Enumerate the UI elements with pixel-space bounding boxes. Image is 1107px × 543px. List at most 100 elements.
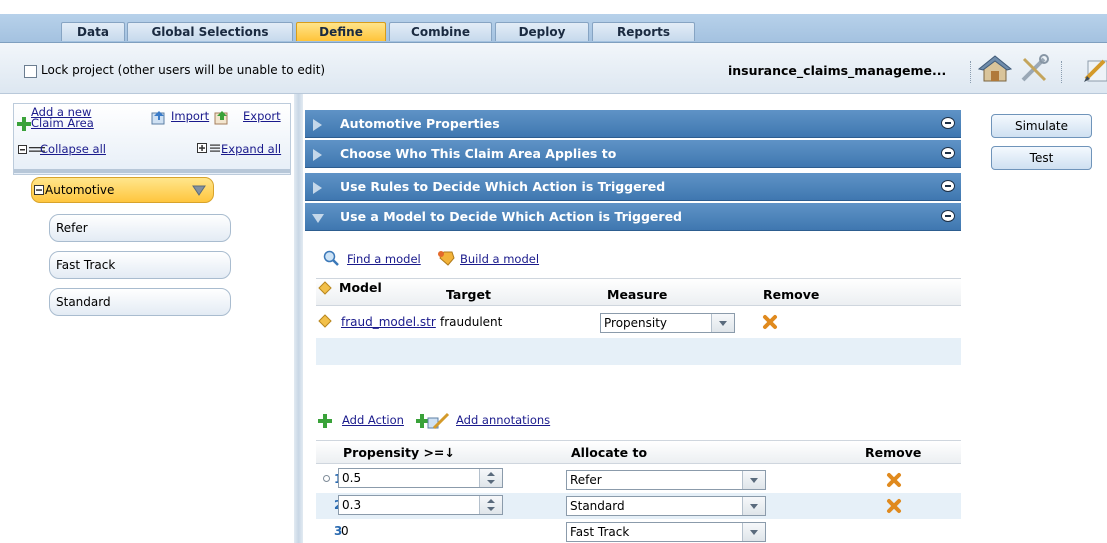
remove-action-icon[interactable] bbox=[886, 498, 902, 514]
test-button[interactable]: Test bbox=[991, 146, 1092, 170]
project-name: insurance_claims_manageme... bbox=[728, 63, 947, 78]
find-model-link[interactable]: Find a model bbox=[347, 252, 421, 266]
add-action-link[interactable]: Add Action bbox=[342, 413, 404, 427]
dropdown-arrow-icon[interactable] bbox=[742, 497, 765, 515]
section-use-model[interactable]: Use a Model to Decide Which Action is Tr… bbox=[305, 203, 961, 231]
add-claim-area-line2: Claim Area bbox=[31, 116, 94, 130]
tree-node-label: Standard bbox=[56, 295, 111, 309]
tab-data[interactable]: Data bbox=[61, 22, 125, 41]
remove-model-icon[interactable] bbox=[762, 314, 778, 330]
expand-arrow-icon bbox=[313, 119, 322, 131]
remove-action-icon[interactable] bbox=[886, 472, 902, 488]
spinner-arrows-icon[interactable] bbox=[479, 496, 502, 514]
toolbar-separator bbox=[1061, 61, 1063, 83]
column-header-allocate: Allocate to bbox=[571, 445, 648, 460]
tree-node-label: Fast Track bbox=[56, 258, 116, 272]
edit-icon[interactable] bbox=[1084, 55, 1107, 83]
comment-icon[interactable] bbox=[941, 180, 955, 192]
top-strip bbox=[0, 0, 1107, 14]
expand-all-icon bbox=[197, 143, 220, 153]
tree-node-refer[interactable]: Refer bbox=[49, 214, 231, 242]
lock-project-checkbox[interactable] bbox=[24, 65, 37, 78]
column-header-model: Model bbox=[339, 280, 382, 295]
expand-arrow-icon bbox=[313, 149, 322, 161]
section-title: Use Rules to Decide Which Action is Trig… bbox=[340, 179, 666, 194]
export-link[interactable]: Export bbox=[243, 109, 281, 123]
import-icon bbox=[151, 111, 165, 125]
section-choose-who[interactable]: Choose Who This Claim Area Applies to bbox=[305, 140, 961, 168]
propensity-spinner[interactable]: 0.5 bbox=[338, 468, 503, 488]
tree-node-fast-track[interactable]: Fast Track bbox=[49, 251, 231, 279]
section-title: Use a Model to Decide Which Action is Tr… bbox=[340, 209, 682, 224]
collapse-arrow-icon bbox=[312, 214, 324, 223]
expand-all-link[interactable]: Expand all bbox=[221, 142, 281, 156]
model-icon bbox=[318, 281, 332, 295]
column-header-remove: Remove bbox=[865, 445, 922, 460]
propensity-value: 0.5 bbox=[342, 471, 362, 485]
allocate-value: Refer bbox=[570, 473, 602, 487]
column-header-propensity: Propensity >=↓ bbox=[343, 445, 455, 460]
model-link[interactable]: fraud_model.str bbox=[341, 315, 436, 329]
column-header-remove: Remove bbox=[763, 287, 820, 302]
column-header-target: Target bbox=[446, 287, 491, 302]
allocate-value: Fast Track bbox=[570, 525, 630, 539]
build-model-link[interactable]: Build a model bbox=[460, 252, 539, 266]
collapse-node-icon[interactable] bbox=[34, 185, 44, 195]
dropdown-arrow-icon[interactable] bbox=[711, 314, 734, 332]
propensity-value: 0 bbox=[341, 524, 349, 538]
add-annotations-link[interactable]: Add annotations bbox=[456, 413, 550, 427]
model-target: fraudulent bbox=[440, 315, 503, 329]
toolbar-separator bbox=[970, 61, 972, 83]
simulate-button[interactable]: Simulate bbox=[991, 114, 1092, 138]
allocate-value: Standard bbox=[570, 499, 625, 513]
export-icon bbox=[214, 111, 228, 125]
tab-global-selections[interactable]: Global Selections bbox=[127, 22, 293, 41]
measure-value: Propensity bbox=[604, 316, 668, 330]
allocate-select[interactable]: Standard bbox=[566, 496, 766, 516]
add-annotations-icon bbox=[416, 412, 450, 430]
section-automotive-properties[interactable]: Automotive Properties bbox=[305, 110, 961, 138]
tree-node-label: Automotive bbox=[45, 183, 115, 197]
add-icon bbox=[17, 117, 31, 131]
claim-area-panel: Add a new Claim Area Import Export Colla… bbox=[0, 94, 294, 543]
section-title: Automotive Properties bbox=[340, 116, 500, 131]
measure-select[interactable]: Propensity bbox=[600, 313, 735, 333]
expand-arrow-icon bbox=[313, 182, 322, 194]
main-tab-bar: Data Global Selections Define Combine De… bbox=[0, 14, 1107, 43]
tree-node-standard[interactable]: Standard bbox=[49, 288, 231, 316]
comment-icon[interactable] bbox=[941, 117, 955, 129]
model-icon bbox=[318, 314, 332, 328]
dropdown-arrow-icon[interactable] bbox=[192, 185, 206, 196]
collapse-all-link[interactable]: Collapse all bbox=[40, 142, 106, 156]
allocate-select[interactable]: Fast Track bbox=[566, 522, 766, 542]
tools-icon[interactable] bbox=[1018, 53, 1050, 85]
tab-combine[interactable]: Combine bbox=[389, 22, 492, 41]
section-use-rules[interactable]: Use Rules to Decide Which Action is Trig… bbox=[305, 173, 961, 201]
tab-deploy[interactable]: Deploy bbox=[495, 22, 589, 41]
add-icon bbox=[318, 414, 332, 428]
panel-splitter[interactable] bbox=[294, 94, 303, 543]
search-icon bbox=[323, 250, 339, 266]
home-icon[interactable] bbox=[978, 53, 1012, 85]
dropdown-arrow-icon[interactable] bbox=[742, 523, 765, 541]
section-title: Choose Who This Claim Area Applies to bbox=[340, 146, 617, 161]
comment-icon[interactable] bbox=[941, 147, 955, 159]
add-claim-area-link[interactable]: Add a new Claim Area bbox=[31, 106, 94, 130]
tab-reports[interactable]: Reports bbox=[592, 22, 695, 41]
propensity-spinner[interactable]: 0.3 bbox=[338, 495, 503, 515]
model-table-empty-row bbox=[316, 338, 961, 365]
claim-area-toolbar: Add a new Claim Area Import Export Colla… bbox=[13, 103, 291, 175]
lock-project-label: Lock project (other users will be unable… bbox=[41, 63, 326, 77]
project-toolbar: Lock project (other users will be unable… bbox=[0, 43, 1107, 94]
spinner-arrows-icon[interactable] bbox=[479, 469, 502, 487]
tree-node-automotive[interactable]: Automotive bbox=[31, 177, 214, 203]
dropdown-arrow-icon[interactable] bbox=[742, 471, 765, 489]
tab-define[interactable]: Define bbox=[296, 22, 386, 41]
import-link[interactable]: Import bbox=[171, 109, 209, 123]
tree-node-label: Refer bbox=[56, 221, 88, 235]
action-table-header: Propensity >=↓ Allocate to Remove bbox=[316, 440, 961, 464]
column-header-measure: Measure bbox=[607, 287, 668, 302]
allocate-select[interactable]: Refer bbox=[566, 470, 766, 490]
row-drag-handle[interactable] bbox=[323, 475, 330, 482]
comment-icon[interactable] bbox=[941, 210, 955, 222]
